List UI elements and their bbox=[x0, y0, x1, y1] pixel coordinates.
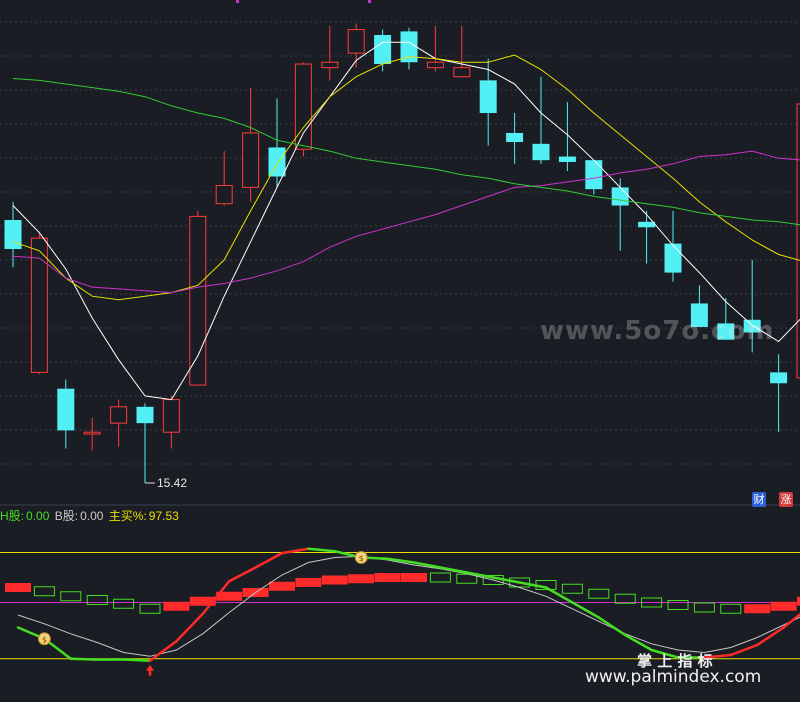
indicator-bar-up bbox=[295, 578, 322, 587]
candle-body-down bbox=[506, 132, 524, 143]
h-share-value: 0.00 bbox=[26, 509, 50, 523]
b-share-label: B股: bbox=[54, 509, 79, 523]
candle bbox=[294, 62, 312, 157]
watermark-top: www.5o7o.com bbox=[540, 316, 775, 346]
indicator-bar-up bbox=[374, 573, 401, 582]
low-price-label: 15.42 bbox=[157, 476, 187, 490]
candle-body-up bbox=[294, 63, 312, 150]
money-bag-icon: $ bbox=[354, 551, 368, 564]
indicator-bar-up bbox=[269, 581, 295, 591]
candle-body-down bbox=[479, 80, 497, 114]
indicator-bar-up bbox=[401, 573, 427, 582]
chart-background bbox=[0, 0, 800, 702]
main-line-segment bbox=[122, 658, 152, 662]
money-bag-glyph: $ bbox=[42, 635, 47, 644]
money-bag-icon: $ bbox=[37, 632, 51, 646]
candle-body-down bbox=[585, 160, 603, 190]
candle-body-up bbox=[321, 61, 339, 69]
indicator-bar-up bbox=[770, 601, 797, 611]
candle-body-down bbox=[664, 243, 682, 273]
h-share-label: H股: bbox=[0, 509, 25, 523]
money-bag-glyph: $ bbox=[359, 554, 364, 563]
candle-body-down bbox=[532, 143, 550, 161]
rise-badge[interactable]: 涨 bbox=[779, 492, 793, 507]
candle-body-down bbox=[770, 372, 788, 384]
main-line-segment bbox=[69, 657, 99, 661]
candle-body-up bbox=[426, 61, 444, 69]
candle-body-down bbox=[611, 187, 629, 206]
indicator-bar-up bbox=[5, 583, 31, 592]
chart-canvas: 18.0415.42$$ bbox=[0, 0, 800, 702]
top-tick-1 bbox=[368, 0, 371, 3]
candle-body-up bbox=[83, 431, 101, 435]
candle-body-down bbox=[4, 220, 22, 250]
candle-body-up bbox=[110, 406, 128, 424]
indicator-info-bar: H股: 0.00 B股: 0.00 主买%: 97.53 bbox=[0, 507, 181, 524]
main-buy-value: 97.53 bbox=[148, 509, 179, 523]
candle-body-down bbox=[374, 35, 392, 65]
finance-badge[interactable]: 财 bbox=[752, 492, 766, 507]
candle-body-up bbox=[242, 132, 260, 188]
candle-body-up bbox=[162, 399, 180, 433]
candle-body-up bbox=[189, 215, 207, 386]
watermark-bottom-url: www.palmindex.com bbox=[585, 667, 762, 687]
indicator-bar-up bbox=[744, 604, 771, 614]
candle-body-down bbox=[57, 388, 75, 431]
b-share-value: 0.00 bbox=[80, 509, 104, 523]
candle-body-down bbox=[136, 406, 154, 424]
top-tick-0 bbox=[236, 0, 239, 3]
candle-body-up bbox=[347, 29, 365, 54]
candle-body-down bbox=[558, 156, 576, 162]
main-buy-label: 主买%: bbox=[108, 509, 147, 523]
candle-body-up bbox=[453, 67, 471, 78]
candle bbox=[189, 210, 207, 386]
candle-body-up bbox=[215, 185, 233, 205]
indicator-bar-up bbox=[321, 575, 348, 585]
candle-body-down bbox=[268, 147, 286, 177]
stock-chart: 18.0415.42$$ bbox=[0, 0, 800, 702]
candle bbox=[30, 232, 48, 375]
indicator-bar-up bbox=[348, 574, 375, 584]
indicator-bar-up bbox=[163, 601, 190, 611]
candle-body-down bbox=[638, 221, 656, 228]
